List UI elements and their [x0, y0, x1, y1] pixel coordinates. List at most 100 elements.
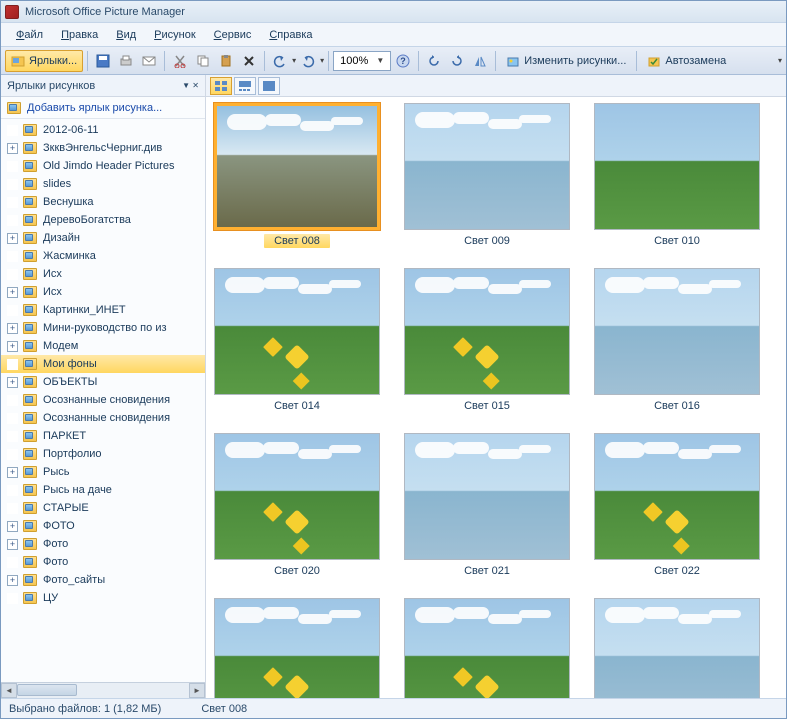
- flip-button[interactable]: [469, 50, 491, 72]
- folder-row[interactable]: 2012-06-11: [1, 121, 205, 139]
- thumbnail[interactable]: Свет 027: [404, 598, 570, 698]
- scroll-track[interactable]: [17, 683, 189, 698]
- thumbnail[interactable]: Свет 021: [404, 433, 570, 578]
- folder-row[interactable]: +Фото: [1, 535, 205, 553]
- folder-label: ЦУ: [43, 592, 58, 604]
- menu-файл[interactable]: Файл: [9, 27, 50, 43]
- autocorrect-button[interactable]: Автозамена: [641, 50, 732, 72]
- shortcuts-panel: Ярлыки рисунков ▼ ✕ Добавить ярлык рисун…: [1, 75, 206, 698]
- delete-button[interactable]: [238, 50, 260, 72]
- expand-icon[interactable]: +: [7, 143, 18, 154]
- folder-row[interactable]: ЦУ: [1, 589, 205, 607]
- folder-row[interactable]: ПАРКЕТ: [1, 427, 205, 445]
- separator: [264, 51, 265, 71]
- save-button[interactable]: [92, 50, 114, 72]
- redo-dropdown[interactable]: ▾: [320, 56, 324, 65]
- folder-row[interactable]: +Фото_сайты: [1, 571, 205, 589]
- thumbnail[interactable]: Свет 014: [214, 268, 380, 413]
- expand-icon[interactable]: +: [7, 575, 18, 586]
- svg-text:?: ?: [400, 56, 406, 66]
- folder-row[interactable]: slides: [1, 175, 205, 193]
- zoom-combo[interactable]: 100% ▼: [333, 51, 391, 71]
- folder-row[interactable]: +Модем: [1, 337, 205, 355]
- folder-row[interactable]: Осознанные сновидения: [1, 409, 205, 427]
- expand-placeholder: [7, 395, 18, 406]
- expand-icon[interactable]: +: [7, 341, 18, 352]
- undo-dropdown[interactable]: ▾: [292, 56, 296, 65]
- expand-icon[interactable]: +: [7, 539, 18, 550]
- folder-label: Жасминка: [43, 250, 96, 262]
- expand-icon[interactable]: +: [7, 323, 18, 334]
- folder-row[interactable]: Жасминка: [1, 247, 205, 265]
- thumbnail[interactable]: Свет 009: [404, 103, 570, 248]
- thumbnail[interactable]: Свет 022: [594, 433, 760, 578]
- menu-сервис[interactable]: Сервис: [207, 27, 259, 43]
- rotate-right-button[interactable]: [446, 50, 468, 72]
- expand-icon[interactable]: +: [7, 377, 18, 388]
- folder-row[interactable]: +Исх: [1, 283, 205, 301]
- undo-button[interactable]: [269, 50, 291, 72]
- thumbnail[interactable]: Свет 008: [214, 103, 380, 248]
- thumbnail-view-tab[interactable]: [210, 77, 232, 95]
- add-shortcut-link[interactable]: Добавить ярлык рисунка...: [1, 97, 205, 119]
- folder-row[interactable]: + Дизайн: [1, 229, 205, 247]
- thumbnail[interactable]: Свет 020: [214, 433, 380, 578]
- print-button[interactable]: [115, 50, 137, 72]
- menu-правка[interactable]: Правка: [54, 27, 105, 43]
- scroll-left-button[interactable]: ◄: [1, 683, 17, 698]
- folder-row[interactable]: Осознанные сновидения: [1, 391, 205, 409]
- separator: [418, 51, 419, 71]
- expand-icon[interactable]: +: [7, 287, 18, 298]
- folder-icon: [23, 448, 37, 460]
- expand-icon[interactable]: +: [7, 467, 18, 478]
- thumbnail[interactable]: Свет 010: [594, 103, 760, 248]
- panel-header[interactable]: Ярлыки рисунков ▼ ✕: [1, 75, 205, 97]
- expand-placeholder: [7, 413, 18, 424]
- thumbnail-grid[interactable]: Свет 008Свет 009Свет 010 Свет 014Свет 015…: [206, 97, 786, 698]
- folder-tree[interactable]: 2012-06-11+ЗкквЭнгельсЧерниг.дивOld Jimd…: [1, 119, 205, 682]
- expand-icon[interactable]: +: [7, 233, 18, 244]
- thumbnail[interactable]: Свет 026: [214, 598, 380, 698]
- folder-row[interactable]: Рысь на даче: [1, 481, 205, 499]
- single-view-tab[interactable]: [258, 77, 280, 95]
- folder-row[interactable]: +Рысь: [1, 463, 205, 481]
- folder-row[interactable]: СТАРЫЕ: [1, 499, 205, 517]
- scroll-right-button[interactable]: ►: [189, 683, 205, 698]
- menu-справка[interactable]: Справка: [262, 27, 319, 43]
- expand-icon[interactable]: +: [7, 521, 18, 532]
- close-panel-icon[interactable]: ▼ ✕: [182, 81, 199, 90]
- mail-button[interactable]: [138, 50, 160, 72]
- thumbnail[interactable]: Свет 029: [594, 598, 760, 698]
- rotate-left-button[interactable]: [423, 50, 445, 72]
- folder-row[interactable]: +ЗкквЭнгельсЧерниг.див: [1, 139, 205, 157]
- thumbnail[interactable]: Свет 016: [594, 268, 760, 413]
- menu-вид[interactable]: Вид: [109, 27, 143, 43]
- edit-pictures-button[interactable]: Изменить рисунки...: [500, 50, 632, 72]
- thumbnail-caption: Свет 016: [654, 399, 700, 413]
- folder-row[interactable]: Картинки_ИНЕТ: [1, 301, 205, 319]
- folder-icon: [23, 538, 37, 550]
- folder-row[interactable]: ДеревоБогатства: [1, 211, 205, 229]
- filmstrip-view-tab[interactable]: [234, 77, 256, 95]
- folder-row[interactable]: Портфолио: [1, 445, 205, 463]
- redo-button[interactable]: [297, 50, 319, 72]
- folder-row[interactable]: Веснушка: [1, 193, 205, 211]
- folder-row[interactable]: Мои фоны: [1, 355, 205, 373]
- folder-row[interactable]: +ОБЪЕКТЫ: [1, 373, 205, 391]
- menu-рисунок[interactable]: Рисунок: [147, 27, 203, 43]
- paste-button[interactable]: [215, 50, 237, 72]
- thumbnail[interactable]: Свет 015: [404, 268, 570, 413]
- folder-row[interactable]: Исх: [1, 265, 205, 283]
- folder-row[interactable]: Фото: [1, 553, 205, 571]
- horizontal-scrollbar[interactable]: ◄ ►: [1, 682, 205, 698]
- shortcuts-button[interactable]: Ярлыки...: [5, 50, 83, 72]
- folder-row[interactable]: +Мини-руководство по из: [1, 319, 205, 337]
- cut-button[interactable]: [169, 50, 191, 72]
- scroll-thumb[interactable]: [17, 684, 77, 696]
- help-button[interactable]: ?: [392, 50, 414, 72]
- copy-button[interactable]: [192, 50, 214, 72]
- folder-label: Дизайн: [43, 232, 80, 244]
- folder-row[interactable]: Old Jimdo Header Pictures: [1, 157, 205, 175]
- toolbar-overflow[interactable]: ▾: [778, 56, 782, 65]
- folder-row[interactable]: +ФОТО: [1, 517, 205, 535]
